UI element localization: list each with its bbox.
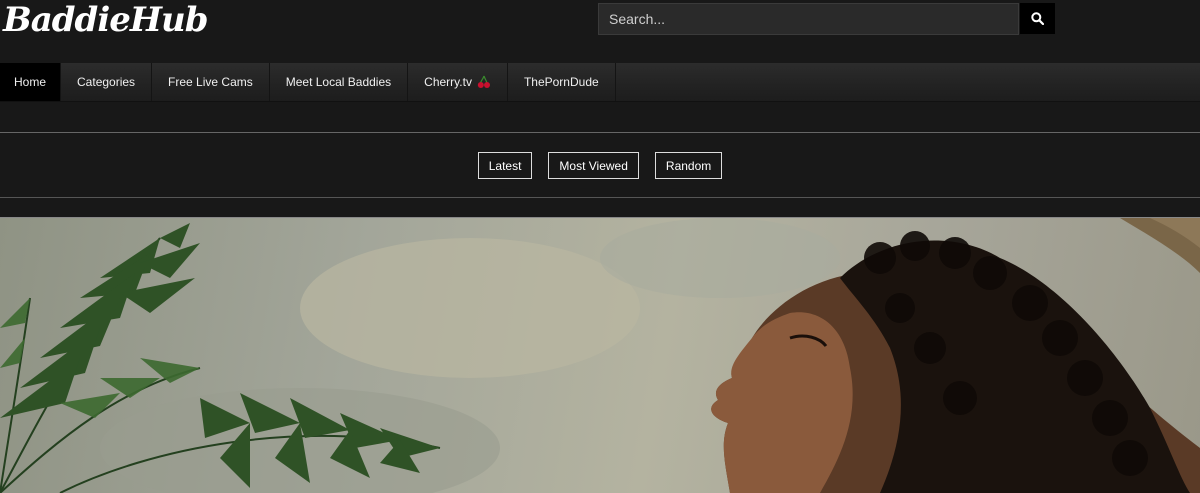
filter-latest-button[interactable]: Latest (477, 152, 533, 179)
divider (0, 132, 1200, 133)
thumbnail-image (0, 218, 1200, 493)
search-icon (1031, 12, 1044, 25)
nav-item-label: Home (14, 75, 47, 89)
main-nav: Home Categories Free Live Cams Meet Loca… (0, 63, 1200, 102)
sort-filters: Latest Most Viewed Random (0, 152, 1200, 179)
filter-random-button[interactable]: Random (654, 152, 723, 179)
filter-most-viewed-button[interactable]: Most Viewed (548, 152, 639, 179)
search-box (598, 3, 1019, 35)
nav-item-label: Cherry.tv (424, 75, 472, 89)
search-button[interactable] (1020, 3, 1055, 34)
site-header: BaddieHub (0, 0, 1200, 63)
nav-item-label: Categories (77, 75, 136, 89)
site-logo[interactable]: BaddieHub (3, 0, 208, 40)
nav-item-label: ThePornDude (523, 75, 599, 89)
featured-video-thumbnail[interactable] (0, 218, 1200, 493)
nav-item-meet-local-baddies[interactable]: Meet Local Baddies (270, 63, 409, 101)
nav-item-categories[interactable]: Categories (61, 63, 153, 101)
nav-item-label: Free Live Cams (168, 75, 253, 89)
cherry-icon (477, 75, 490, 88)
nav-item-label: Meet Local Baddies (285, 75, 392, 89)
nav-item-cherry-tv[interactable]: Cherry.tv (408, 63, 508, 101)
nav-item-free-live-cams[interactable]: Free Live Cams (152, 63, 270, 101)
nav-item-theporndude[interactable]: ThePornDude (508, 63, 616, 101)
search-input[interactable] (599, 4, 1018, 34)
divider (0, 197, 1200, 198)
nav-item-home[interactable]: Home (0, 63, 62, 101)
